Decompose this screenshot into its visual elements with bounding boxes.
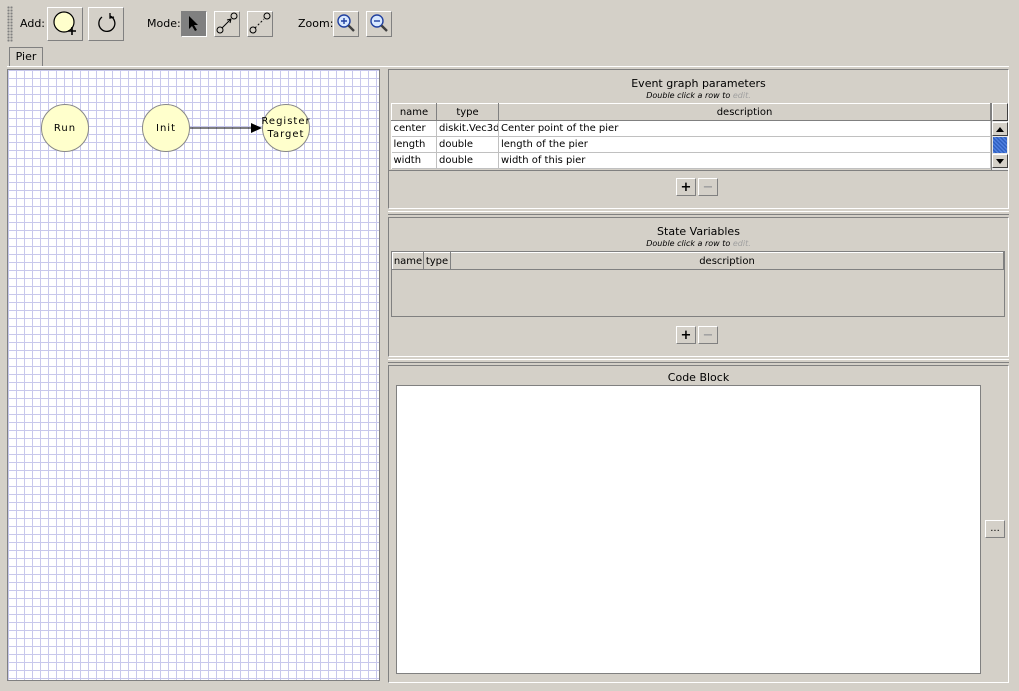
table-divider bbox=[389, 170, 1008, 171]
connect-mode-button[interactable] bbox=[214, 11, 240, 37]
parameters-panel: Event graph parameters Double click a ro… bbox=[388, 69, 1009, 209]
zoom-out-icon bbox=[369, 13, 389, 36]
cancel-edge-icon bbox=[249, 12, 271, 37]
pointer-icon bbox=[187, 15, 201, 34]
tab-pier[interactable]: Pier bbox=[9, 47, 43, 66]
cell-type[interactable]: double bbox=[436, 152, 499, 169]
connect-edge-icon bbox=[216, 12, 238, 37]
cell-description[interactable]: length of the pier bbox=[498, 136, 991, 153]
cell-name[interactable]: width bbox=[391, 152, 437, 169]
state-variables-hint: Double click a row to edit. bbox=[389, 239, 1008, 248]
arrow-down-icon bbox=[996, 158, 1004, 164]
column-header-description[interactable]: description bbox=[498, 103, 991, 121]
table-row[interactable]: length double length of the pier bbox=[391, 136, 991, 153]
column-header-description[interactable]: description bbox=[450, 252, 1004, 270]
add-node-button[interactable] bbox=[47, 7, 83, 41]
zoom-label: Zoom: bbox=[298, 17, 334, 30]
arrow-up-icon bbox=[996, 126, 1004, 132]
mode-label: Mode: bbox=[147, 17, 181, 30]
edge-init-to-register-target[interactable] bbox=[190, 123, 262, 133]
panel-splitter[interactable] bbox=[388, 211, 1009, 215]
hint-text: Double click a row to bbox=[646, 91, 731, 100]
cell-description[interactable]: Center point of the pier bbox=[498, 120, 991, 137]
vertical-splitter[interactable] bbox=[381, 69, 388, 681]
toolbar-grip[interactable] bbox=[7, 6, 13, 42]
add-self-loop-button[interactable] bbox=[88, 7, 124, 41]
code-block-more-button[interactable]: ... bbox=[985, 520, 1005, 538]
select-mode-button[interactable] bbox=[181, 11, 207, 37]
hint-edit: edit. bbox=[732, 91, 751, 100]
parameters-table[interactable]: name type description center diskit.Vec3… bbox=[391, 103, 991, 169]
zoom-in-button[interactable] bbox=[333, 11, 359, 37]
hint-edit: edit. bbox=[732, 239, 751, 248]
cell-description[interactable]: width of this pier bbox=[498, 152, 991, 169]
cell-name[interactable]: length bbox=[391, 136, 437, 153]
column-header-name[interactable]: name bbox=[392, 252, 424, 270]
remove-parameter-button[interactable]: − bbox=[698, 178, 718, 196]
code-block-editor[interactable] bbox=[396, 385, 981, 674]
zoom-out-button[interactable] bbox=[366, 11, 392, 37]
add-state-variable-button[interactable]: + bbox=[676, 326, 696, 344]
scroll-thumb[interactable] bbox=[993, 137, 1007, 153]
code-block-panel: Code Block ... bbox=[388, 365, 1009, 683]
graph-canvas[interactable]: Run Init Register Target bbox=[7, 69, 380, 681]
parameters-hint: Double click a row to edit. bbox=[389, 91, 1008, 100]
scroll-down-button[interactable] bbox=[992, 154, 1008, 168]
table-row[interactable]: center diskit.Vec3d Center point of the … bbox=[391, 120, 991, 137]
add-label: Add: bbox=[20, 17, 46, 30]
panel-splitter[interactable] bbox=[388, 359, 1009, 363]
cell-type[interactable]: double bbox=[436, 136, 499, 153]
state-variables-table[interactable]: name type description bbox=[392, 252, 1004, 270]
column-header-name[interactable]: name bbox=[391, 103, 437, 121]
self-loop-icon bbox=[94, 11, 118, 38]
parameters-title: Event graph parameters bbox=[631, 77, 766, 90]
state-variables-table-area[interactable]: name type description bbox=[391, 251, 1005, 317]
remove-state-variable-button[interactable]: − bbox=[698, 326, 718, 344]
tab-divider bbox=[7, 66, 1009, 67]
scroll-up-button[interactable] bbox=[992, 122, 1008, 136]
cell-name[interactable]: center bbox=[391, 120, 437, 137]
state-variables-title: State Variables bbox=[657, 225, 740, 238]
column-header-type[interactable]: type bbox=[436, 103, 499, 121]
scroll-corner bbox=[992, 103, 1008, 121]
cell-type[interactable]: diskit.Vec3d bbox=[436, 120, 499, 137]
state-variables-panel: State Variables Double click a row to ed… bbox=[388, 217, 1009, 357]
column-header-type[interactable]: type bbox=[423, 252, 451, 270]
add-node-icon bbox=[52, 10, 78, 39]
parameters-scrollbar[interactable] bbox=[991, 103, 1008, 170]
zoom-in-icon bbox=[336, 13, 356, 36]
table-row[interactable]: width double width of this pier bbox=[391, 152, 991, 169]
hint-text: Double click a row to bbox=[646, 239, 731, 248]
cancel-edge-mode-button[interactable] bbox=[247, 11, 273, 37]
code-block-title: Code Block bbox=[667, 371, 730, 384]
add-parameter-button[interactable]: + bbox=[676, 178, 696, 196]
edge-layer bbox=[190, 123, 262, 133]
